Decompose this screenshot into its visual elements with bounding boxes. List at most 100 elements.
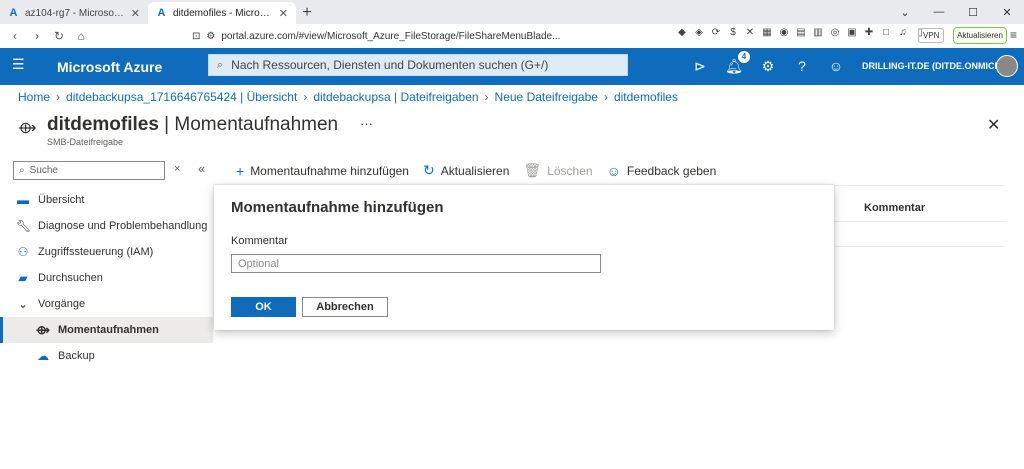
puzzle-icon[interactable]: ✚ — [863, 27, 875, 39]
sidebar-item-diagnose[interactable]: 🔧︎ Diagnose und Problembehandlung — [0, 213, 213, 239]
sidebar-item-iam[interactable]: ⚇ Zugriffssteuerung (IAM) — [0, 239, 213, 265]
tab-close-icon[interactable]: ✕ — [279, 7, 288, 20]
sidebar-item-backup[interactable]: ☁ Backup — [0, 343, 213, 369]
minimize-icon[interactable]: — — [922, 0, 956, 24]
browser-tab-ditdemofiles[interactable]: A ditdemofiles - Microsoft Azure ✕ — [148, 2, 296, 24]
cancel-button[interactable]: Abbrechen — [302, 297, 388, 317]
site-info-icon[interactable]: ⚙ — [206, 31, 215, 42]
vpn-button[interactable]: VPN — [918, 28, 945, 43]
sidebar-item-label: Zugriffssteuerung (IAM) — [38, 246, 154, 258]
chevron-down-icon: ⌄ — [17, 297, 29, 311]
tab-title: ditdemofiles - Microsoft Azure — [173, 7, 273, 19]
extension-icon[interactable]: □ — [880, 27, 892, 39]
refresh-icon: ↻ — [422, 162, 435, 178]
global-search-input[interactable] — [231, 58, 612, 72]
extension-icon[interactable]: ♫ — [897, 27, 909, 39]
close-window-icon[interactable]: ✕ — [990, 0, 1024, 24]
search-icon: ⌕ — [217, 58, 224, 71]
forward-icon[interactable]: › — [28, 27, 46, 45]
feedback-button[interactable]: ☺ Feedback geben — [607, 163, 717, 179]
extension-icon[interactable]: $ — [727, 27, 739, 39]
page-subtitle: SMB-Dateifreigabe — [47, 137, 124, 147]
sidebar-search[interactable]: ⌕ — [13, 161, 165, 180]
add-snapshot-button[interactable]: + Momentaufnahme hinzufügen — [236, 163, 409, 179]
maximize-icon[interactable]: ☐ — [956, 0, 990, 24]
page-title-resource: ditdemofiles — [47, 114, 159, 135]
add-snapshot-dialog: Momentaufnahme hinzufügen Kommentar OK A… — [214, 185, 834, 330]
more-options-icon[interactable]: ··· — [360, 116, 373, 131]
page-title: ditdemofiles | Momentaufnahmen — [47, 114, 338, 136]
chevron-right-icon: › — [56, 90, 61, 104]
sidebar-item-label: Backup — [58, 350, 95, 362]
delete-button[interactable]: 🗑︎ Löschen — [523, 162, 592, 179]
browser-tab-az104[interactable]: A az104-rg7 - Microsoft Azure ✕ — [0, 2, 148, 24]
cloud-backup-icon: ☁ — [37, 349, 49, 363]
comment-input[interactable] — [231, 254, 601, 273]
collapse-sidebar-icon[interactable]: « — [198, 161, 205, 176]
extension-icon[interactable]: ◎ — [829, 27, 841, 39]
refresh-label: Aktualisieren — [440, 163, 510, 178]
browser-update-button[interactable]: Aktualisieren — [953, 27, 1007, 44]
feedback-icon: ☺ — [606, 162, 621, 179]
extension-icon[interactable]: ▦ — [761, 27, 773, 39]
command-bar: + Momentaufnahme hinzufügen ↻ Aktualisie… — [236, 162, 716, 179]
divider — [834, 221, 1006, 222]
sidebar-item-overview[interactable]: ▬ Übersicht — [0, 187, 213, 213]
snapshot-icon: ⟴ — [18, 120, 37, 137]
account-name[interactable]: DRILLING-IT.DE (DITDE.ONMICR... — [862, 61, 1009, 71]
cloud-shell-icon[interactable]: ⊳ — [690, 56, 710, 76]
extension-icon[interactable]: ▣ — [846, 27, 858, 39]
bookmark-icon[interactable]: ⊡ — [192, 31, 200, 42]
extension-icon[interactable]: ⟳ — [710, 27, 722, 39]
avatar[interactable] — [996, 55, 1018, 77]
breadcrumb-new-file-share[interactable]: Neue Dateifreigabe — [495, 90, 598, 104]
breadcrumb-file-shares[interactable]: ditdebackupsa | Dateifreigaben — [313, 90, 478, 104]
people-icon: ⚇ — [17, 245, 29, 259]
feedback-icon[interactable]: ☺ — [826, 56, 846, 76]
browser-menu-icon[interactable]: ≡ — [1010, 28, 1017, 42]
extension-icons: ◆ ◈ ⟳ $ ✕ ▦ ◉ ▤ ▥ ◎ ▣ ✚ □ ♫ ▯ — [676, 27, 926, 39]
notification-badge: 4 — [738, 51, 750, 63]
column-header-comment[interactable]: Kommentar — [864, 202, 925, 214]
tab-title: az104-rg7 - Microsoft Azure — [25, 7, 125, 19]
new-tab-button[interactable]: + — [296, 2, 318, 24]
close-blade-icon[interactable]: ✕ — [987, 115, 1000, 135]
sidebar-group-operations[interactable]: ⌄ Vorgänge — [0, 291, 213, 317]
page-title-section: | Momentaufnahmen — [158, 114, 339, 135]
search-icon: ⌕ — [19, 165, 25, 176]
tab-close-icon[interactable]: ✕ — [131, 7, 140, 20]
add-snapshot-label: Momentaufnahme hinzufügen — [250, 163, 409, 178]
breadcrumb-home[interactable]: Home — [18, 90, 50, 104]
global-search[interactable]: ⌕ — [208, 54, 628, 76]
extension-icon[interactable]: ▥ — [812, 27, 824, 39]
back-icon[interactable]: ‹ — [6, 27, 24, 45]
sidebar-item-snapshots[interactable]: ⟴ Momentaufnahmen — [0, 317, 213, 343]
wrench-icon: 🔧︎ — [16, 219, 32, 233]
chevron-right-icon: › — [484, 90, 489, 104]
plus-icon: + — [236, 162, 245, 179]
clear-search-icon[interactable]: × — [174, 163, 180, 175]
reload-icon[interactable]: ↻ — [50, 27, 68, 45]
extension-icon[interactable]: ◈ — [693, 27, 705, 39]
ok-button[interactable]: OK — [231, 297, 296, 317]
header-icons: ⊳ 🔔︎ 4 ⚙ ? ☺ — [690, 51, 846, 76]
extension-icon[interactable]: ✕ — [744, 27, 756, 39]
home-icon[interactable]: ⌂ — [72, 27, 90, 45]
trash-icon: 🗑︎ — [523, 162, 542, 178]
sidebar-item-browse[interactable]: ▰ Durchsuchen — [0, 265, 213, 291]
breadcrumb: Home › ditdebackupsa_1716646765424 | Übe… — [18, 90, 678, 104]
hamburger-menu-icon[interactable]: ☰ — [12, 57, 26, 71]
breadcrumb-storage-overview[interactable]: ditdebackupsa_1716646765424 | Übersicht — [66, 90, 297, 104]
refresh-button[interactable]: ↻ Aktualisieren — [423, 162, 509, 179]
brand-logo[interactable]: Microsoft Azure — [57, 59, 162, 75]
extension-icon[interactable]: ◉ — [778, 27, 790, 39]
breadcrumb-ditdemofiles[interactable]: ditdemofiles — [614, 90, 678, 104]
extension-icon[interactable]: ▤ — [795, 27, 807, 39]
bell-icon[interactable]: 🔔︎ 4 — [724, 51, 750, 76]
settings-gear-icon[interactable]: ⚙ — [758, 56, 778, 76]
url-field[interactable]: ⊡ ⚙ portal.azure.com/#view/Microsoft_Azu… — [192, 26, 652, 46]
extension-icon[interactable]: ◆ — [676, 27, 688, 39]
sidebar-search-input[interactable] — [29, 165, 156, 176]
help-icon[interactable]: ? — [792, 56, 812, 76]
chevron-down-icon[interactable]: ⌄ — [888, 0, 922, 24]
